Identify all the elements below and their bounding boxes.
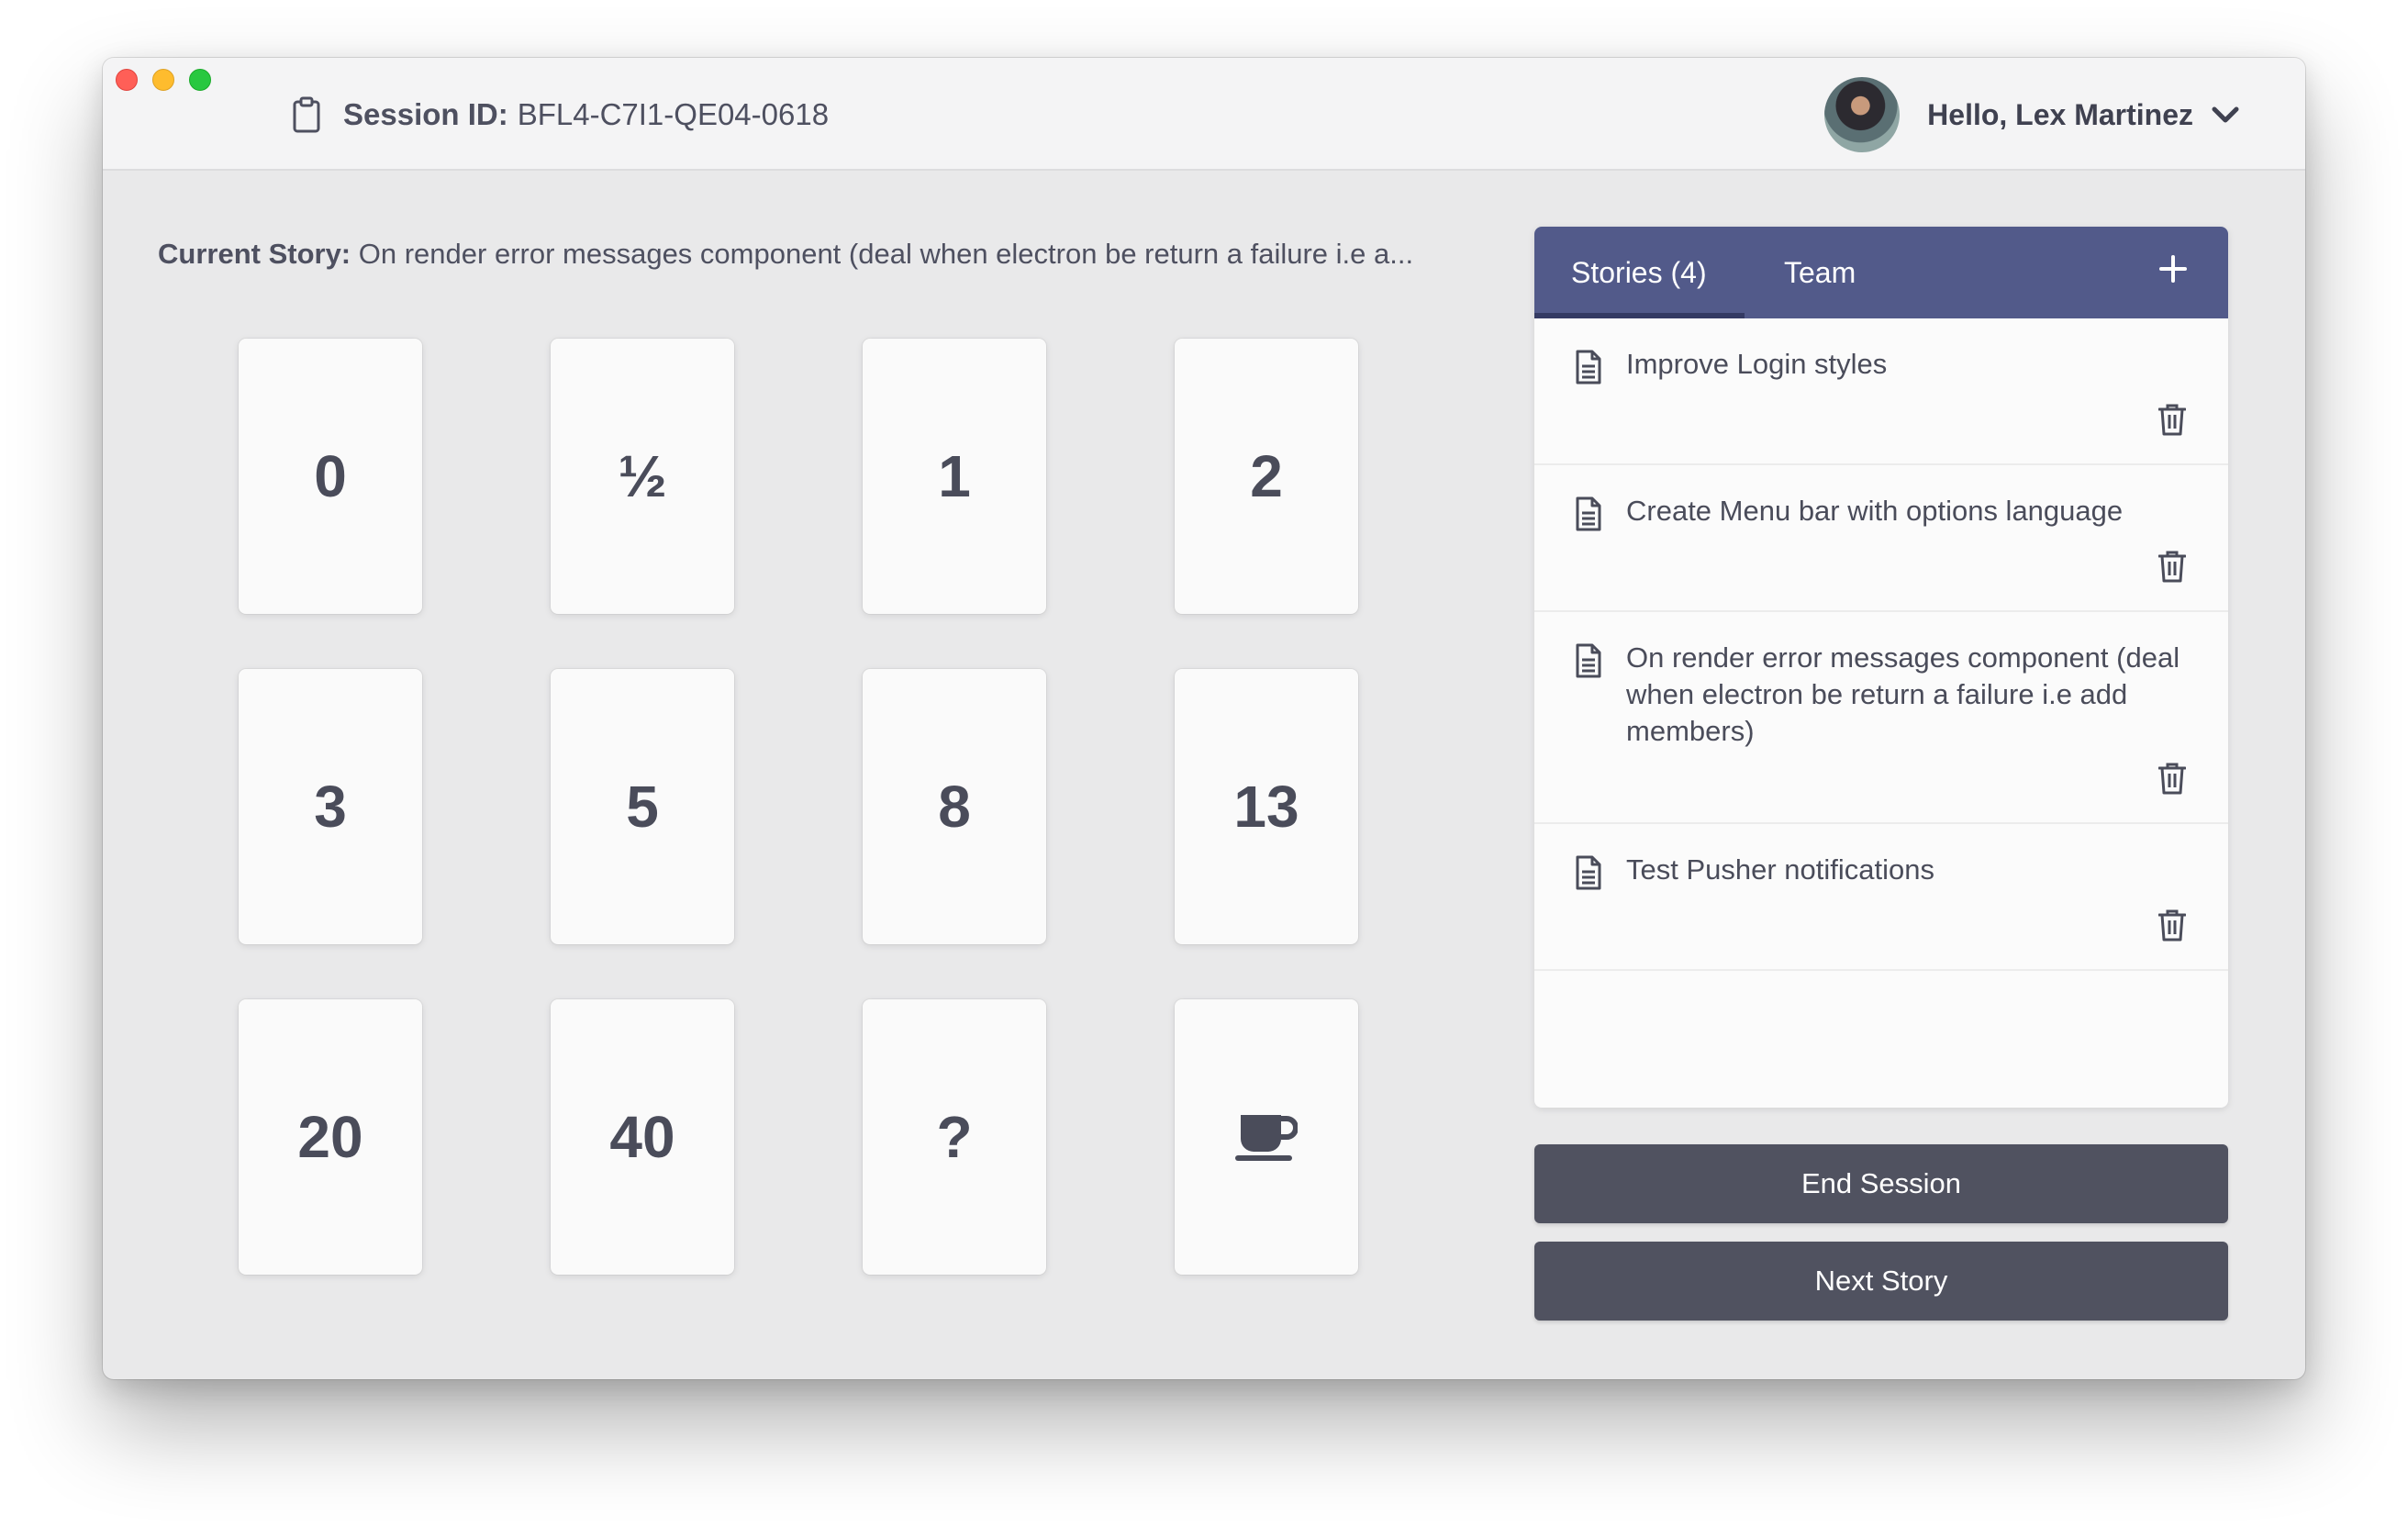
- next-story-button[interactable]: Next Story: [1534, 1242, 2228, 1321]
- card-5[interactable]: 5: [551, 669, 734, 944]
- document-icon: [1576, 855, 1601, 890]
- card-half[interactable]: ½: [551, 339, 734, 614]
- story-item[interactable]: Test Pusher notifications: [1534, 824, 2228, 971]
- document-icon: [1576, 350, 1601, 385]
- user-greeting: Hello, Lex Martinez: [1927, 97, 2193, 131]
- story-title: Test Pusher notifications: [1626, 853, 1935, 886]
- trash-icon[interactable]: [2158, 908, 2186, 942]
- story-item[interactable]: Create Menu bar with options language: [1534, 465, 2228, 612]
- avatar: [1824, 77, 1901, 152]
- clipboard-icon: [293, 96, 320, 133]
- trash-icon[interactable]: [2158, 403, 2186, 436]
- current-story-text: On render error messages component (deal…: [358, 238, 1414, 270]
- tab-team[interactable]: Team: [1784, 227, 1856, 318]
- end-session-button[interactable]: End Session: [1534, 1144, 2228, 1223]
- estimation-cards: 0 ½ 1 2 3 5 8 13 20 40 ?: [239, 339, 1360, 1275]
- chevron-down-icon[interactable]: [2212, 105, 2239, 125]
- plus-icon[interactable]: [2158, 254, 2188, 284]
- story-item[interactable]: On render error messages component (deal…: [1534, 612, 2228, 824]
- maximize-window-button[interactable]: [189, 69, 211, 91]
- card-1[interactable]: 1: [863, 339, 1046, 614]
- story-title: On render error messages component (deal…: [1626, 641, 2180, 747]
- story-title: Improve Login styles: [1626, 348, 1888, 380]
- tab-stories[interactable]: Stories (4): [1571, 227, 1707, 318]
- coffee-icon: [1235, 1115, 1298, 1161]
- close-window-button[interactable]: [116, 69, 138, 91]
- panel-header: Stories (4) Team: [1534, 227, 2228, 318]
- card-3[interactable]: 3: [239, 669, 422, 944]
- current-story: Current Story: On render error messages …: [158, 238, 1507, 271]
- card-question[interactable]: ?: [863, 999, 1046, 1275]
- card-13[interactable]: 13: [1175, 669, 1358, 944]
- title-bar: Session ID: BFL4-C7I1-QE04-0618 Hello, L…: [103, 58, 2305, 171]
- user-menu[interactable]: Hello, Lex Martinez: [1824, 76, 2239, 153]
- session-info: Session ID: BFL4-C7I1-QE04-0618: [292, 95, 829, 135]
- trash-icon[interactable]: [2158, 550, 2186, 583]
- session-id: BFL4-C7I1-QE04-0618: [517, 97, 830, 131]
- document-icon: [1576, 643, 1601, 678]
- current-story-label: Current Story:: [158, 238, 351, 270]
- card-0[interactable]: 0: [239, 339, 422, 614]
- document-icon: [1576, 496, 1601, 531]
- card-8[interactable]: 8: [863, 669, 1046, 944]
- card-2[interactable]: 2: [1175, 339, 1358, 614]
- story-item[interactable]: Improve Login styles: [1534, 318, 2228, 465]
- app-window: Session ID: BFL4-C7I1-QE04-0618 Hello, L…: [103, 58, 2305, 1379]
- stories-panel: Stories (4) Team Improve Login styles Cr…: [1534, 227, 2228, 1108]
- card-40[interactable]: 40: [551, 999, 734, 1275]
- minimize-window-button[interactable]: [152, 69, 174, 91]
- card-coffee[interactable]: [1175, 999, 1358, 1275]
- session-label: Session ID:: [343, 97, 508, 131]
- trash-icon[interactable]: [2158, 762, 2186, 795]
- story-title: Create Menu bar with options language: [1626, 495, 2124, 527]
- card-20[interactable]: 20: [239, 999, 422, 1275]
